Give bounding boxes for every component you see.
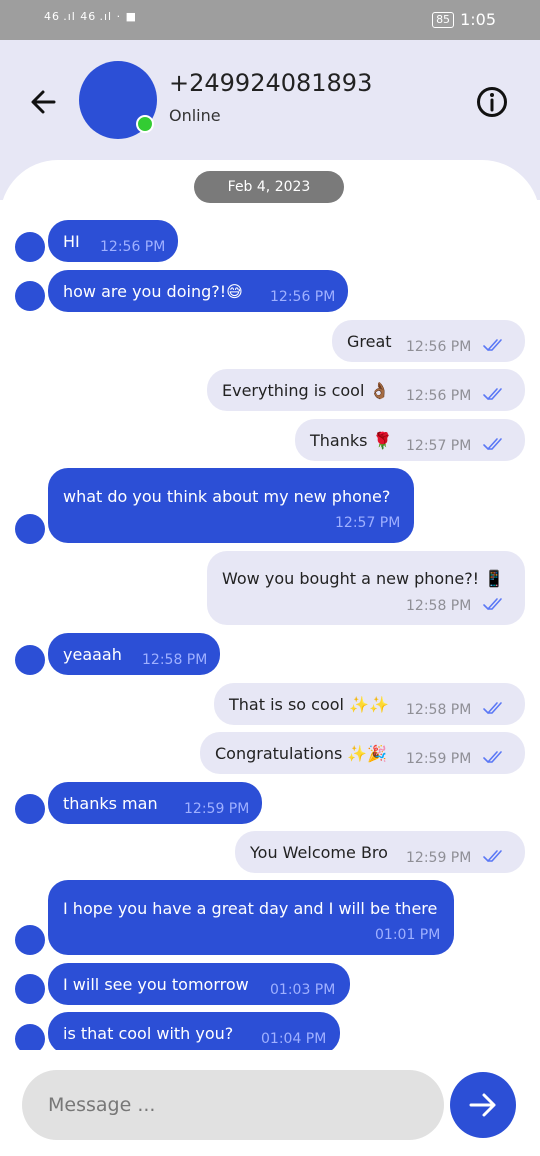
message-input[interactable] (22, 1070, 444, 1140)
message-time: 12:59 PM (406, 850, 472, 866)
message-time: 12:58 PM (142, 652, 208, 668)
message-text: how are you doing?!😅 (63, 282, 243, 301)
message-bubble[interactable]: how are you doing?!😅 12:56 PM (48, 270, 348, 312)
arrow-right-icon (469, 1093, 496, 1117)
message-bubble[interactable]: I hope you have a great day and I will b… (48, 880, 454, 955)
sender-avatar (15, 232, 45, 262)
message-text: is that cool with you? (63, 1024, 234, 1043)
status-time: 1:05 (460, 10, 496, 29)
message-bubble[interactable]: is that cool with you? 01:04 PM (48, 1012, 340, 1050)
message-text: yeaaah (63, 645, 122, 664)
double-check-icon (483, 388, 502, 401)
message-text: thanks man (63, 794, 158, 813)
message-composer (0, 1050, 540, 1156)
message-text: Wow you bought a new phone?! 📱 (222, 569, 505, 588)
message-bubble[interactable]: HI 12:56 PM (48, 220, 178, 262)
message-bubble[interactable]: Great 12:56 PM (332, 320, 525, 362)
status-bar: 46 .ıl 46 .ıl · ■ 85 1:05 (0, 0, 540, 40)
back-button[interactable] (24, 82, 64, 122)
double-check-icon (483, 751, 502, 764)
double-check-icon (483, 702, 502, 715)
double-check-icon (483, 850, 502, 863)
message-time: 12:58 PM (406, 598, 472, 614)
contact-name: +249924081893 (169, 69, 373, 97)
message-text: I hope you have a great day and I will b… (63, 899, 438, 918)
double-check-icon (483, 438, 502, 451)
sender-avatar (15, 281, 45, 311)
status-right: 85 1:05 (432, 10, 496, 29)
send-button[interactable] (450, 1072, 516, 1138)
message-text: Everything is cool 👌🏾 (222, 381, 390, 400)
message-time: 12:57 PM (335, 515, 401, 531)
sender-avatar (15, 925, 45, 955)
message-time: 12:59 PM (184, 801, 250, 817)
battery-icon: 85 (432, 11, 455, 28)
date-separator: Feb 4, 2023 (194, 171, 344, 203)
message-text: I will see you tomorrow (63, 975, 249, 994)
message-time: 12:59 PM (406, 751, 472, 767)
message-text: Thanks 🌹 (310, 431, 393, 450)
message-time: 12:58 PM (406, 702, 472, 718)
message-bubble[interactable]: Everything is cool 👌🏾 12:56 PM (207, 369, 525, 411)
message-text: Great (347, 332, 392, 351)
message-list[interactable]: Feb 4, 2023 HI 12:56 PM how are you doin… (0, 160, 540, 1050)
sender-avatar (15, 794, 45, 824)
sender-avatar (15, 1024, 45, 1050)
online-indicator (136, 115, 154, 133)
double-check-icon (483, 339, 502, 352)
signal-indicators: 46 .ıl 46 .ıl · ■ (44, 10, 137, 23)
message-text: Congratulations ✨🎉 (215, 744, 388, 763)
message-bubble[interactable]: Thanks 🌹 12:57 PM (295, 419, 525, 461)
info-button[interactable] (472, 82, 512, 122)
contact-status: Online (169, 106, 221, 125)
message-time: 12:56 PM (406, 388, 472, 404)
message-text: what do you think about my new phone? (63, 487, 391, 506)
message-time: 01:04 PM (261, 1031, 327, 1047)
sender-avatar (15, 514, 45, 544)
message-time: 01:01 PM (375, 927, 441, 943)
message-time: 12:56 PM (100, 239, 166, 255)
arrow-left-icon (31, 90, 56, 114)
message-bubble[interactable]: yeaaah 12:58 PM (48, 633, 220, 675)
message-bubble[interactable]: what do you think about my new phone? 12… (48, 468, 414, 543)
message-bubble[interactable]: thanks man 12:59 PM (48, 782, 262, 824)
message-text: You Welcome Bro (250, 843, 388, 862)
message-text: That is so cool ✨✨ (229, 695, 389, 714)
message-time: 12:56 PM (270, 289, 336, 305)
sender-avatar (15, 645, 45, 675)
double-check-icon (483, 598, 502, 611)
info-circle-icon (477, 87, 507, 117)
message-time: 12:57 PM (406, 438, 472, 454)
message-text: HI (63, 232, 80, 251)
message-bubble[interactable]: Congratulations ✨🎉 12:59 PM (200, 732, 525, 774)
message-bubble[interactable]: Wow you bought a new phone?! 📱 12:58 PM (207, 551, 525, 625)
message-bubble[interactable]: I will see you tomorrow 01:03 PM (48, 963, 350, 1005)
message-time: 01:03 PM (270, 982, 336, 998)
message-bubble[interactable]: You Welcome Bro 12:59 PM (235, 831, 525, 873)
sender-avatar (15, 974, 45, 1004)
message-time: 12:56 PM (406, 339, 472, 355)
message-bubble[interactable]: That is so cool ✨✨ 12:58 PM (214, 683, 525, 725)
